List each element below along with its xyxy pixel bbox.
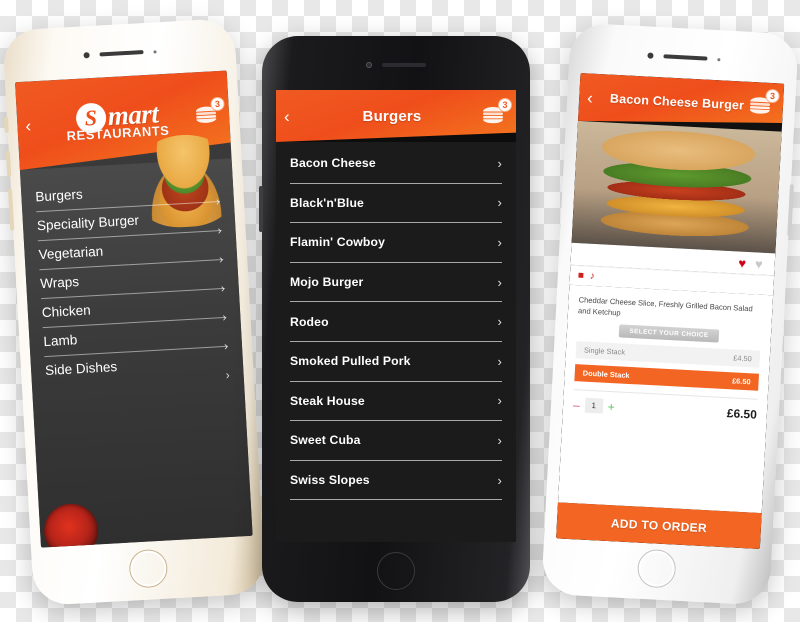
- category-label: Speciality Burger: [36, 212, 140, 234]
- product-description: Cheddar Cheese Slice, Freshly Grilled Ba…: [577, 295, 753, 318]
- spice-tag-icon: ♪: [589, 270, 596, 282]
- cart-button[interactable]: 3: [480, 98, 512, 127]
- phone-mockup-stage: ‹ S mart RESTAURANTS 3 Burgers › Special…: [0, 0, 800, 622]
- list-item-label: Flamin' Cowboy: [290, 235, 386, 250]
- list-item-flamin-cowboy[interactable]: Flamin' Cowboy ›: [290, 223, 502, 263]
- list-item-label: Mojo Burger: [290, 275, 364, 290]
- phone1-screen: ‹ S mart RESTAURANTS 3 Burgers › Special…: [14, 70, 253, 548]
- back-chevron-icon[interactable]: ‹: [25, 116, 46, 134]
- option-label: Double Stack: [582, 368, 630, 380]
- list-item-label: Smoked Pulled Pork: [290, 354, 411, 369]
- category-label: Vegetarian: [38, 243, 104, 263]
- increase-quantity-button[interactable]: +: [607, 399, 615, 413]
- phone1-sensors: [4, 44, 236, 63]
- chevron-right-icon: ›: [497, 393, 502, 409]
- mute-switch[interactable]: [3, 116, 9, 133]
- chevron-right-icon: ›: [497, 155, 502, 171]
- category-label: Wraps: [39, 274, 80, 292]
- list-item-mojo-burger[interactable]: Mojo Burger ›: [290, 263, 502, 303]
- list-item-bacon-cheese[interactable]: Bacon Cheese ›: [290, 144, 502, 184]
- list-item-blacknblue[interactable]: Black'n'Blue ›: [290, 184, 502, 224]
- option-single-stack[interactable]: Single Stack £4.50: [575, 341, 761, 368]
- volume-up-button[interactable]: [5, 150, 12, 177]
- list-item-label: Sweet Cuba: [290, 433, 361, 448]
- quantity-row: – 1 + £6.50: [572, 389, 758, 422]
- home-button[interactable]: [128, 548, 169, 589]
- category-label: Burgers: [34, 186, 84, 205]
- product-photo: [571, 120, 782, 254]
- list-item-label: Bacon Cheese: [290, 156, 376, 171]
- home-button[interactable]: [377, 552, 415, 590]
- chevron-right-icon: ›: [497, 234, 502, 250]
- phone2-app-header: ‹ Burgers 3: [276, 90, 516, 142]
- chevron-right-icon: ›: [497, 432, 502, 448]
- home-button[interactable]: [636, 548, 677, 589]
- favourite-heart-icon[interactable]: ♥: [738, 255, 746, 270]
- quantity-value[interactable]: 1: [584, 397, 604, 414]
- cart-button[interactable]: 3: [746, 95, 775, 118]
- phone3-sensors: [569, 48, 797, 66]
- list-item-swiss-slopes[interactable]: Swiss Slopes ›: [290, 461, 502, 501]
- front-camera-icon: [366, 62, 372, 68]
- favourite-heart-outline-icon[interactable]: ♥: [755, 256, 763, 271]
- quantity-stepper[interactable]: – 1 +: [573, 397, 615, 414]
- volume-buttons[interactable]: [259, 186, 263, 232]
- cart-badge-count: 3: [498, 98, 512, 112]
- list-item-label: Swiss Slopes: [290, 473, 370, 488]
- product-options: Cheddar Cheese Slice, Freshly Grilled Ba…: [557, 284, 774, 514]
- chevron-right-icon: ›: [497, 353, 502, 369]
- category-label: Lamb: [43, 332, 78, 350]
- ambient-sensor-icon: [716, 57, 720, 61]
- cart-badge-count: 3: [765, 89, 780, 104]
- page-title: Burgers: [362, 107, 422, 125]
- ambient-sensor-icon: [152, 49, 157, 54]
- list-item-label: Rodeo: [290, 314, 329, 329]
- front-camera-icon: [646, 52, 654, 59]
- cart-badge-count: 3: [210, 97, 225, 112]
- select-choice-wrapper: SELECT YOUR CHOICE: [577, 322, 761, 345]
- front-camera-icon: [82, 52, 90, 59]
- page-title: Bacon Cheese Burger: [609, 91, 745, 113]
- list-item-steak-house[interactable]: Steak House ›: [290, 382, 502, 422]
- phone3-screen: ‹ Bacon Cheese Burger 3 ♥ ♥ ■ ♪ Cheddar …: [556, 72, 785, 550]
- burger-list: Bacon Cheese › Black'n'Blue › Flamin' Co…: [276, 142, 516, 542]
- phone2-sensors: [262, 62, 530, 68]
- list-item-label: Black'n'Blue: [290, 195, 364, 210]
- option-price: £4.50: [733, 353, 753, 364]
- volume-down-button[interactable]: [7, 188, 15, 231]
- chevron-right-icon: ›: [497, 472, 502, 488]
- earpiece-speaker-icon: [662, 54, 708, 61]
- chevron-right-icon: ›: [497, 314, 502, 330]
- back-chevron-icon[interactable]: ‹: [587, 89, 608, 107]
- chevron-right-icon: ›: [497, 274, 502, 290]
- product-detail-panel: ♥ ♥ ■ ♪ Cheddar Cheese Slice, Freshly Gr…: [556, 120, 782, 550]
- side-dish-image: [42, 502, 100, 548]
- category-list: Burgers › Speciality Burger › Vegetarian…: [20, 158, 244, 386]
- option-label: Single Stack: [583, 345, 626, 357]
- list-item-label: Steak House: [290, 393, 365, 408]
- chevron-right-icon: ›: [225, 367, 231, 382]
- category-label: Side Dishes: [44, 359, 118, 379]
- earpiece-speaker-icon: [98, 50, 144, 57]
- phone-device-black: ‹ Burgers 3 Bacon Cheese › Black'n'Blue …: [259, 36, 530, 602]
- phone1-category-panel: Burgers › Speciality Burger › Vegetarian…: [19, 132, 253, 548]
- list-item-smoked-pulled-pork[interactable]: Smoked Pulled Pork ›: [290, 342, 502, 382]
- phone-device-white: ‹ Bacon Cheese Burger 3 ♥ ♥ ■ ♪ Cheddar …: [541, 22, 799, 606]
- category-label: Chicken: [41, 302, 92, 321]
- power-button[interactable]: [787, 184, 794, 237]
- total-price: £6.50: [726, 405, 758, 422]
- option-double-stack[interactable]: Double Stack £6.50: [574, 364, 759, 391]
- select-your-choice-label[interactable]: SELECT YOUR CHOICE: [619, 324, 719, 343]
- allergen-tag-icon: ■: [577, 269, 585, 281]
- earpiece-speaker-icon: [382, 63, 426, 67]
- cart-button[interactable]: 3: [193, 104, 222, 128]
- decrease-quantity-button[interactable]: –: [573, 398, 580, 412]
- phone-device-gold: ‹ S mart RESTAURANTS 3 Burgers › Special…: [2, 17, 266, 607]
- chevron-right-icon: ›: [497, 195, 502, 211]
- back-chevron-icon[interactable]: ‹: [284, 108, 304, 125]
- list-item-sweet-cuba[interactable]: Sweet Cuba ›: [290, 421, 502, 461]
- list-item-rodeo[interactable]: Rodeo ›: [290, 302, 502, 342]
- phone2-screen: ‹ Burgers 3 Bacon Cheese › Black'n'Blue …: [276, 90, 516, 542]
- option-price: £6.50: [731, 376, 751, 387]
